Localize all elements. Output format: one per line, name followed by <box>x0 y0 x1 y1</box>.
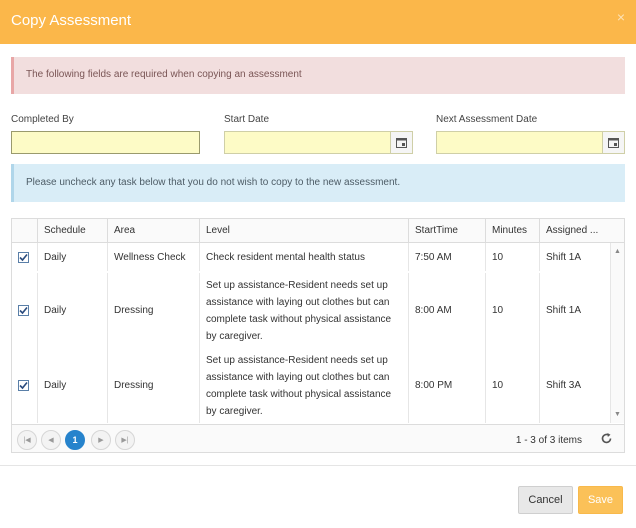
next-assessment-date-calendar-button[interactable] <box>602 132 624 153</box>
column-header-schedule[interactable]: Schedule <box>37 219 107 243</box>
schedule-cell: Daily <box>37 243 107 271</box>
column-header-assigned[interactable]: Assigned ... <box>539 219 610 243</box>
save-button[interactable]: Save <box>578 486 623 514</box>
next-assessment-date-field[interactable] <box>436 131 625 154</box>
check-icon <box>19 381 28 390</box>
row-select-cell <box>12 273 37 348</box>
tasks-grid: Schedule Area Level StartTime Minutes As… <box>11 218 625 453</box>
schedule-cell: Daily <box>37 273 107 348</box>
refresh-button[interactable] <box>600 432 613 448</box>
schedule-cell: Daily <box>37 348 107 423</box>
required-fields-alert: The following fields are required when c… <box>11 57 625 94</box>
table-row: Daily Dressing Set up assistance-Residen… <box>12 348 610 423</box>
calendar-icon <box>608 138 619 148</box>
starttime-cell: 8:00 PM <box>408 348 485 423</box>
area-cell: Dressing <box>107 348 199 423</box>
next-page-button[interactable]: ▶ <box>91 430 111 450</box>
starttime-cell: 8:00 AM <box>408 273 485 348</box>
previous-page-icon: ◀ <box>48 437 54 444</box>
grid-body: Daily Wellness Check Check resident ment… <box>12 243 610 423</box>
first-page-button[interactable]: |◀ <box>17 430 37 450</box>
next-page-icon: ▶ <box>98 437 104 444</box>
level-cell: Set up assistance-Resident needs set up … <box>199 273 408 348</box>
page-button-current[interactable]: 1 <box>65 430 85 450</box>
column-header-minutes[interactable]: Minutes <box>485 219 539 243</box>
check-icon <box>19 306 28 315</box>
row-checkbox[interactable] <box>18 251 29 263</box>
column-header-area[interactable]: Area <box>107 219 199 243</box>
row-select-cell <box>12 348 37 423</box>
row-select-cell <box>12 243 37 271</box>
cancel-button[interactable]: Cancel <box>518 486 573 514</box>
uncheck-tasks-info: Please uncheck any task below that you d… <box>11 164 625 202</box>
start-date-label: Start Date <box>224 114 270 125</box>
scroll-up-icon[interactable]: ▲ <box>614 248 621 255</box>
completed-by-field[interactable] <box>11 131 200 154</box>
dialog-title: Copy Assessment <box>11 12 132 29</box>
starttime-cell: 7:50 AM <box>408 243 485 271</box>
next-assessment-date-label: Next Assessment Date <box>436 114 538 125</box>
completed-by-label: Completed By <box>11 114 74 125</box>
grid-pager: |◀ ◀ 1 ▶ ▶| 1 - 3 of 3 items <box>12 424 624 452</box>
check-icon <box>19 253 28 261</box>
pager-info: 1 - 3 of 3 items <box>515 435 582 446</box>
close-icon[interactable]: × <box>617 10 625 24</box>
grid-header: Schedule Area Level StartTime Minutes As… <box>12 219 624 243</box>
minutes-cell: 10 <box>485 243 539 271</box>
column-header-level[interactable]: Level <box>199 219 408 243</box>
minutes-cell: 10 <box>485 273 539 348</box>
table-row: Daily Wellness Check Check resident ment… <box>12 243 610 271</box>
previous-page-button[interactable]: ◀ <box>41 430 61 450</box>
assigned-cell: Shift 3A <box>539 348 610 423</box>
select-column-header <box>12 219 37 243</box>
table-row: Daily Dressing Set up assistance-Residen… <box>12 273 610 348</box>
assigned-cell: Shift 1A <box>539 243 610 271</box>
calendar-icon <box>396 138 407 148</box>
column-header-starttime[interactable]: StartTime <box>408 219 485 243</box>
scroll-down-icon[interactable]: ▼ <box>614 411 621 418</box>
assigned-cell: Shift 1A <box>539 273 610 348</box>
minutes-cell: 10 <box>485 348 539 423</box>
refresh-icon <box>601 433 612 444</box>
vertical-scrollbar[interactable]: ▲ ▼ <box>610 243 624 423</box>
level-cell: Set up assistance-Resident needs set up … <box>199 348 408 423</box>
level-cell: Check resident mental health status <box>199 243 408 271</box>
start-date-field[interactable] <box>224 131 413 154</box>
start-date-calendar-button[interactable] <box>390 132 412 153</box>
footer-divider <box>0 465 636 466</box>
first-page-icon: |◀ <box>23 437 31 444</box>
last-page-icon: ▶| <box>121 437 129 444</box>
row-checkbox[interactable] <box>18 380 29 391</box>
last-page-button[interactable]: ▶| <box>115 430 135 450</box>
area-cell: Wellness Check <box>107 243 199 271</box>
dialog-header: Copy Assessment × <box>0 0 636 44</box>
row-checkbox[interactable] <box>18 305 29 316</box>
area-cell: Dressing <box>107 273 199 348</box>
